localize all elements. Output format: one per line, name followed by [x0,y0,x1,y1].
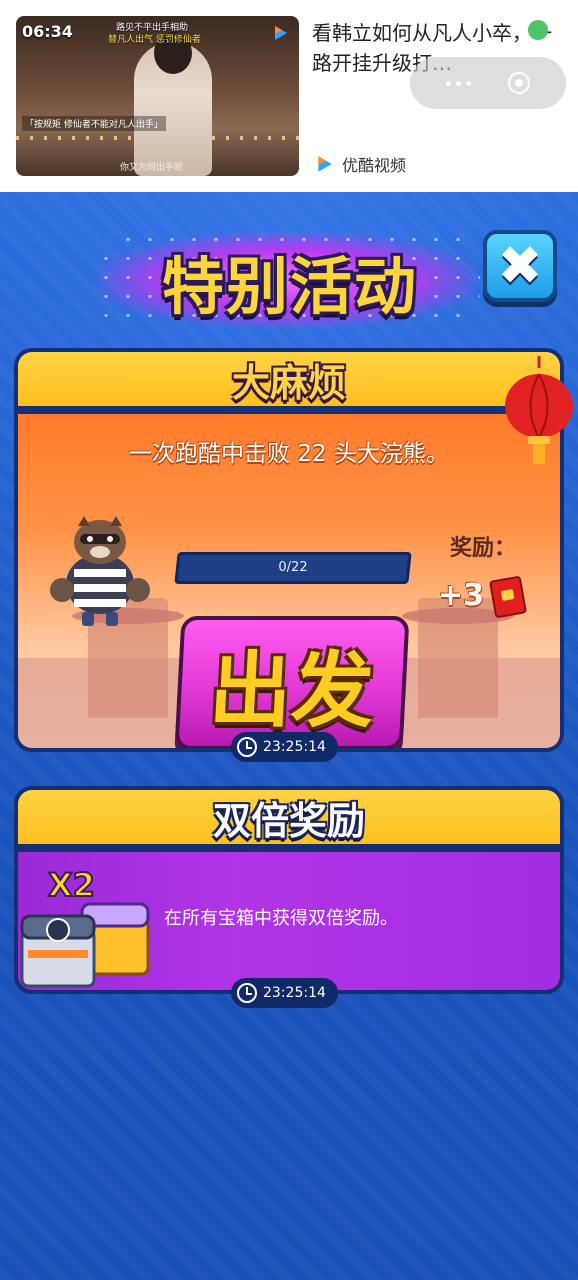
ad-banner[interactable]: 06:34 路见不平出手相助 替凡人出气 惩罚修仙者 「按规矩 修仙者不能对凡人… [0,0,578,192]
video-subtitle-2: 替凡人出气 惩罚修仙者 [108,35,201,45]
double-reward-description: 在所有宝箱中获得双倍奖励。 [164,908,398,929]
lantern-icon [505,356,573,464]
timer-text: 23:25:14 [263,739,326,755]
card2-timer: 23:25:14 [231,978,338,1008]
mini-program-capsule[interactable] [410,57,566,109]
pagoda-right [402,598,514,718]
card-body: X2 在所有宝箱中获得双倍奖励。 [18,852,560,990]
close-icon: ✖ [497,234,543,297]
clock-icon [237,737,257,757]
youku-brand-icon [318,156,332,172]
event-card-big-trouble: 大麻烦 一次跑酷中击败 22 头大浣熊。 0/22 奖励： +3 出发 [14,348,564,752]
mission-description: 一次跑酷中击败 22 头大浣熊。 [129,441,449,467]
clock-icon [237,983,257,1003]
more-options-icon[interactable] [446,80,472,86]
ad-brand-label: 优酷视频 [342,156,407,175]
ad-brand[interactable]: 优酷视频 [316,152,406,176]
card-body: 一次跑酷中击败 22 头大浣熊。 0/22 奖励： +3 出发 [18,414,560,748]
go-button-label: 出发 [207,643,377,739]
card-title: 双倍奖励 [212,798,365,843]
close-program-icon[interactable] [507,72,530,94]
video-time: 06:34 [22,22,73,41]
video-caption-2: 你又为何出手呢 [120,163,184,173]
game-screen: 特别活动 ✖ 大麻烦 一次跑酷中击败 22 头大浣熊。 0/22 奖励： +3 … [0,192,578,1280]
reward-value: +3 [438,578,485,613]
go-button[interactable]: 出发 [174,616,410,748]
close-button[interactable]: ✖ [483,230,557,302]
card-header: 大麻烦 [18,352,560,410]
reward-label: 奖励： [450,536,517,561]
card-header: 双倍奖励 [18,790,560,848]
event-card-double-reward: 双倍奖励 X2 在所有宝箱中获得双倍奖励。 [14,786,564,994]
video-caption: 「按规矩 修仙者不能对凡人出手」 [22,116,166,131]
raccoon-icon [50,516,150,626]
multiplier-label: X2 [48,866,95,904]
ad-dismiss-icon[interactable] [528,20,548,40]
card1-timer: 23:25:14 [231,732,338,762]
ad-video-thumbnail[interactable]: 06:34 路见不平出手相助 替凡人出气 惩罚修仙者 「按规矩 修仙者不能对凡人… [16,16,299,176]
card-title: 大麻烦 [231,360,346,405]
treasure-chests-icon: X2 [20,865,150,988]
red-envelope-icon [488,575,528,619]
youku-logo-icon [275,26,287,40]
page-title: 特别活动 [161,250,418,323]
progress-text: 0/22 [278,560,308,575]
timer-text: 23:25:14 [263,985,326,1001]
